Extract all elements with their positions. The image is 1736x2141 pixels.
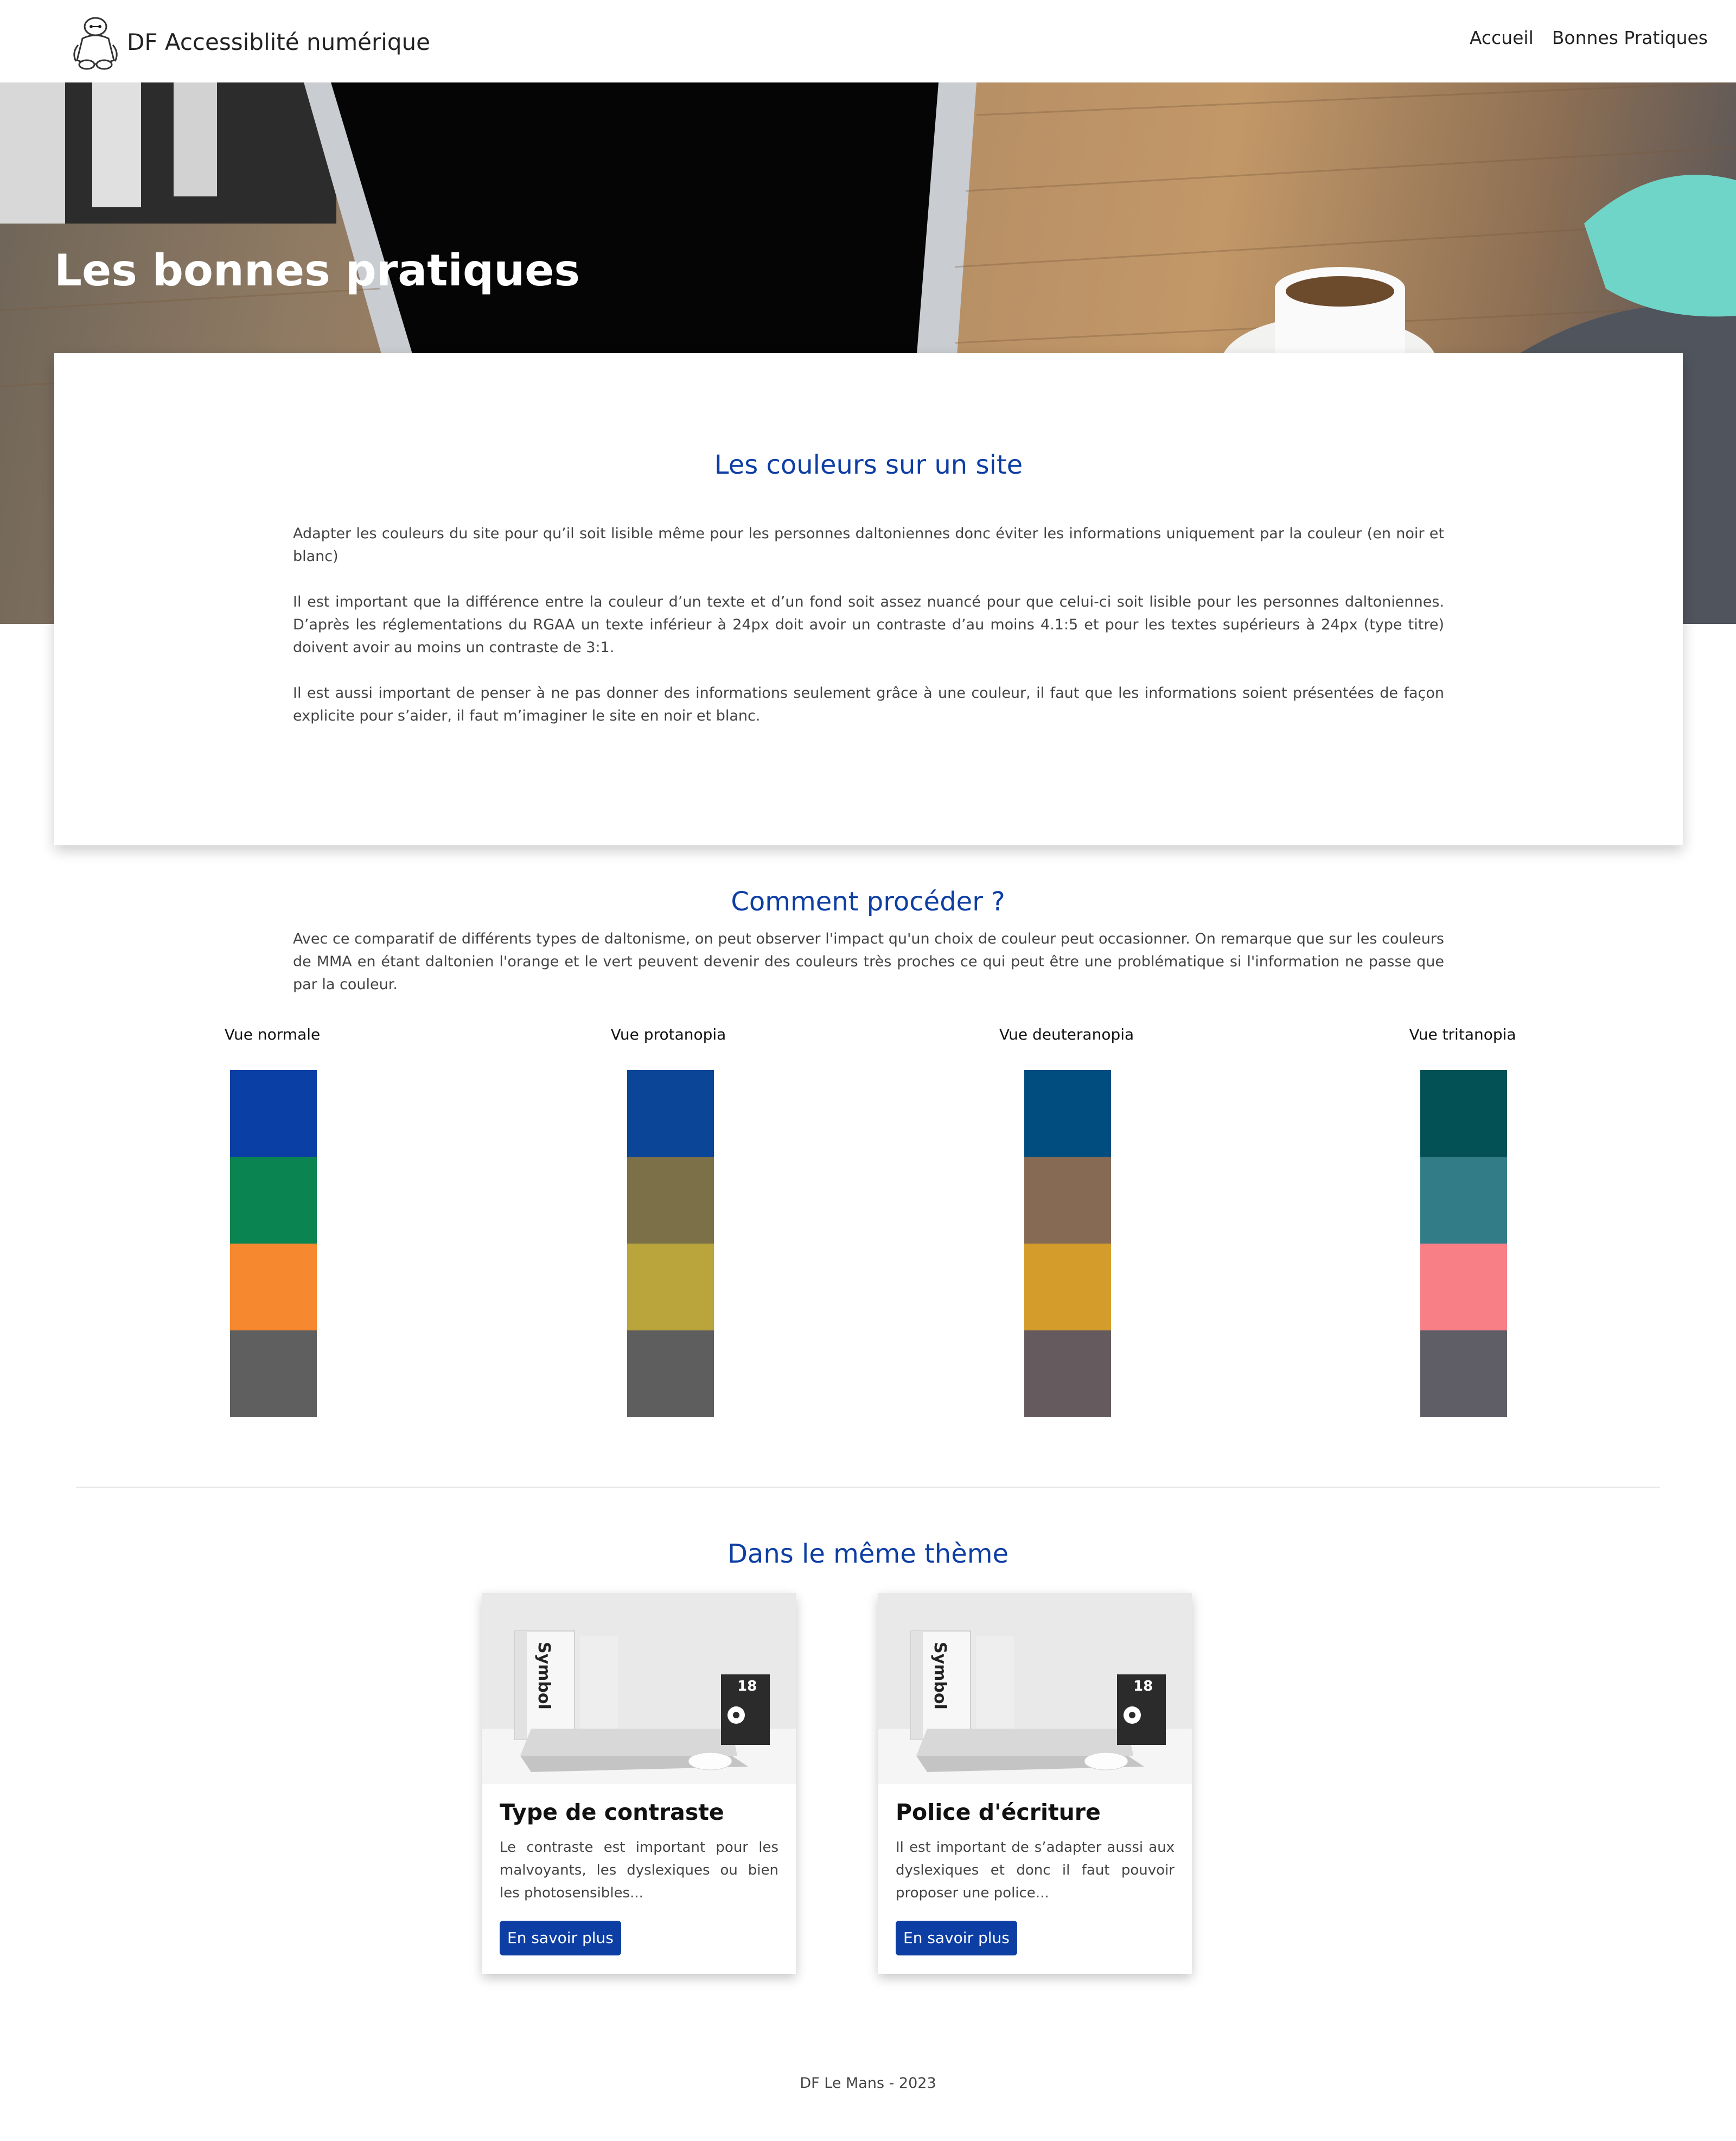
clock-number: 18 [1133,1678,1153,1694]
workspace-photo: Symbol 18 [482,1593,796,1784]
book-title: Symbol [930,1642,949,1710]
color-swatch [230,1157,317,1244]
color-swatch [1024,1070,1111,1157]
colors-card: Les couleurs sur un site Adapter les cou… [54,353,1683,845]
card-text: Le contraste est important pour les malv… [500,1839,778,1901]
swatch-column [230,1070,317,1417]
color-swatch [230,1070,317,1157]
colors-paragraph: Il est important que la différence entre… [293,594,1444,656]
colors-paragraph: Il est aussi important de penser à ne pa… [293,685,1444,724]
brand-name: DF Accessiblité numérique [127,28,431,55]
nav-link-bonnes-pratiques[interactable]: Bonnes Pratiques [1552,27,1708,48]
vision-label: Vue deuteranopia [999,1025,1134,1043]
learn-more-button[interactable]: En savoir plus [896,1921,1017,1955]
clock-number: 18 [737,1678,757,1694]
color-swatch [1420,1157,1507,1244]
color-swatch [1420,1244,1507,1330]
vision-tritanopia: Vue tritanopia [1381,1025,1544,1417]
color-swatch [1024,1244,1111,1330]
vision-deuteranopia: Vue deuteranopia [985,1025,1148,1417]
learn-more-button[interactable]: En savoir plus [500,1921,621,1955]
color-swatch [1420,1330,1507,1417]
vision-label: Vue protanopia [610,1025,726,1043]
color-swatch [1024,1157,1111,1244]
vision-protanopia: Vue protanopia [587,1025,750,1417]
colors-paragraph: Adapter les couleurs du site pour qu’il … [293,525,1444,565]
color-swatch [1024,1330,1111,1417]
colors-section-title: Les couleurs sur un site [714,450,1023,480]
related-card-contraste: Symbol 18 Type de contraste Le contraste… [482,1593,796,1974]
hero-title: Les bonnes pratiques [54,245,580,296]
color-swatch [230,1244,317,1330]
proceder-text: Avec ce comparatif de différents types d… [293,931,1444,993]
robot-mascot-logo [73,17,118,70]
proceder-title: Comment procéder ? [731,887,1005,917]
card-title: Type de contraste [500,1799,724,1825]
color-swatch [627,1244,714,1330]
section-divider [76,1487,1660,1488]
vision-label: Vue tritanopia [1409,1025,1516,1043]
related-title: Dans le même thème [727,1539,1009,1569]
card-text: Il est important de s’adapter aussi aux … [896,1839,1175,1901]
vision-normale: Vue normale [191,1025,354,1417]
vision-label: Vue normale [224,1025,321,1043]
footer: DF Le Mans - 2023 [800,2075,936,2092]
color-swatch [230,1330,317,1417]
swatch-column [1024,1070,1111,1417]
book-title: Symbol [534,1642,553,1710]
color-swatch [627,1330,714,1417]
card-title: Police d'écriture [896,1799,1101,1825]
swatch-column [627,1070,714,1417]
swatch-column [1420,1070,1507,1417]
colors-paragraphs: Adapter les couleurs du site pour qu’il … [293,522,1444,750]
card-image: Symbol 18 [482,1593,796,1784]
navbar: DF Accessiblité numérique Accueil Bonnes… [0,0,1736,82]
card-image: Symbol 18 [878,1593,1192,1784]
color-swatch [627,1157,714,1244]
color-swatch [1420,1070,1507,1157]
main-nav: Accueil Bonnes Pratiques [1451,27,1708,48]
related-card-police: Symbol 18 Police d'écriture Il est impor… [878,1593,1192,1974]
brand[interactable]: DF Accessiblité numérique [71,12,430,72]
workspace-photo: Symbol 18 [878,1593,1192,1784]
color-swatch [627,1070,714,1157]
nav-link-accueil[interactable]: Accueil [1470,27,1534,48]
